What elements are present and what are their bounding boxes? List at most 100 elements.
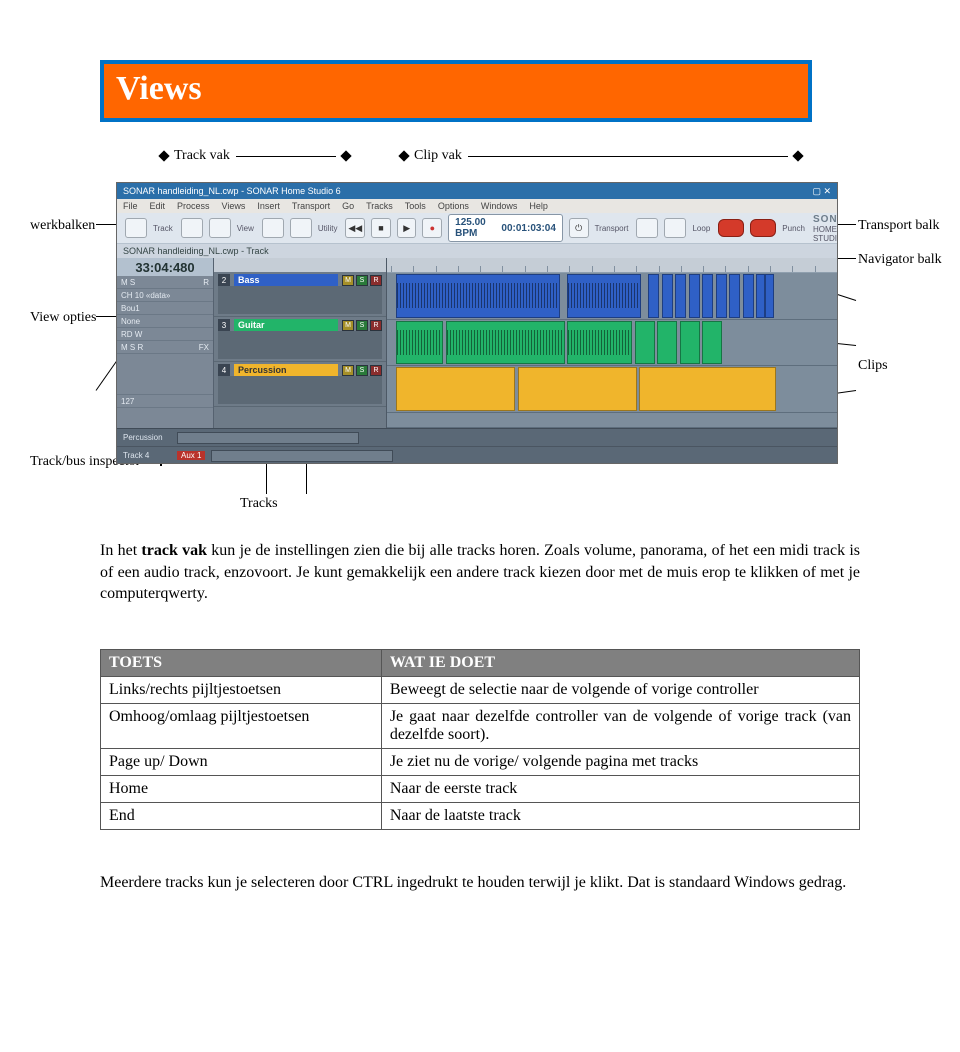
audio-clip[interactable] [396, 321, 443, 365]
power-button[interactable]: ⏻ [569, 218, 589, 238]
menu-item[interactable]: Windows [481, 201, 518, 211]
track-ruler-spacer [214, 258, 386, 272]
menu-item[interactable]: Options [438, 201, 469, 211]
bus-label: Track 4 [123, 451, 171, 460]
window-controls[interactable]: ▢ ✕ [812, 186, 831, 197]
audio-clip[interactable] [756, 274, 765, 318]
audio-clip[interactable] [518, 367, 637, 411]
audio-clip[interactable] [396, 367, 515, 411]
punch-button[interactable] [750, 219, 776, 237]
audio-clip[interactable] [702, 274, 713, 318]
audio-clip[interactable] [396, 274, 560, 318]
timeline-ruler[interactable] [387, 258, 837, 273]
inspector-row[interactable]: 127 [117, 395, 213, 408]
menu-item[interactable]: Help [529, 201, 548, 211]
audio-clip[interactable] [729, 274, 740, 318]
clip-lane-guitar[interactable] [387, 320, 837, 367]
menu-item[interactable]: Edit [150, 201, 166, 211]
inspector-row[interactable]: CH 10 «data» [117, 289, 213, 302]
solo-button[interactable]: S [356, 320, 368, 331]
tool-button[interactable] [262, 218, 284, 238]
inspector-row[interactable]: M S RFX [117, 341, 213, 354]
track-name[interactable]: Bass [234, 274, 338, 286]
tool-button[interactable] [636, 218, 658, 238]
track-name[interactable]: Percussion [234, 364, 338, 376]
tempo-value: 125.00 BPM [455, 217, 497, 239]
menu-item[interactable]: Views [222, 201, 246, 211]
document-tab[interactable]: SONAR handleiding_NL.cwp - Track [123, 246, 269, 256]
clip-lane-bass[interactable] [387, 273, 837, 320]
tool-label: Transport [595, 224, 629, 233]
audio-clip[interactable] [639, 367, 776, 411]
mute-button[interactable]: M [342, 320, 354, 331]
menu-item[interactable]: Process [177, 201, 210, 211]
anno-navigator-balk: Navigator balk [858, 252, 942, 268]
page-title-box: Views [100, 60, 812, 122]
audio-clip[interactable] [446, 321, 565, 365]
clip-lane-percussion[interactable] [387, 366, 837, 413]
menu-item[interactable]: Transport [292, 201, 330, 211]
audio-clip[interactable] [648, 274, 659, 318]
track-controls[interactable] [218, 286, 382, 314]
inspector-row[interactable]: RD W [117, 328, 213, 341]
inspector-row[interactable]: Bou1 [117, 302, 213, 315]
audio-clip[interactable] [765, 274, 774, 318]
track-header-guitar[interactable]: 3 Guitar M S R [214, 317, 386, 362]
audio-clip[interactable] [702, 321, 722, 365]
track-header-bass[interactable]: 2 Bass M S R [214, 272, 386, 317]
menu-item[interactable]: Tools [405, 201, 426, 211]
diamond-icon [340, 150, 351, 161]
track-name[interactable]: Guitar [234, 319, 338, 331]
rewind-button[interactable]: ◀◀ [345, 218, 365, 238]
audio-clip[interactable] [657, 321, 677, 365]
audio-clip[interactable] [635, 321, 655, 365]
audio-clip[interactable] [662, 274, 673, 318]
table-row: Links/rechts pijltjestoetsen Beweegt de … [101, 676, 860, 703]
bus-strip[interactable] [211, 450, 393, 462]
track-controls[interactable] [218, 376, 382, 404]
inspector-fader[interactable] [117, 354, 213, 395]
tool-button[interactable] [209, 218, 231, 238]
anno-rule [236, 156, 336, 157]
menu-item[interactable]: Insert [257, 201, 280, 211]
menu-item[interactable]: File [123, 201, 138, 211]
record-arm-button[interactable]: R [370, 365, 382, 376]
table-row: Home Naar de eerste track [101, 775, 860, 802]
audio-clip[interactable] [675, 274, 686, 318]
track-buttons: M S R [342, 365, 382, 376]
bus-row[interactable]: Track 4 Aux 1 [117, 447, 837, 464]
track-header-percussion[interactable]: 4 Percussion M S R [214, 362, 386, 407]
tool-button[interactable] [125, 218, 147, 238]
audio-clip[interactable] [680, 321, 700, 365]
audio-clip[interactable] [689, 274, 700, 318]
solo-button[interactable]: S [356, 365, 368, 376]
inspector-row[interactable]: M SR [117, 276, 213, 289]
tool-button[interactable] [664, 218, 686, 238]
audio-clip[interactable] [716, 274, 727, 318]
mute-button[interactable]: M [342, 365, 354, 376]
menu-item[interactable]: Tracks [366, 201, 393, 211]
clip-area[interactable] [387, 258, 837, 428]
bus-label: Percussion [123, 433, 171, 442]
menubar[interactable]: File Edit Process Views Insert Transport… [117, 199, 837, 213]
audio-clip[interactable] [567, 321, 632, 365]
stop-button[interactable]: ■ [371, 218, 391, 238]
menu-item[interactable]: Go [342, 201, 354, 211]
record-arm-button[interactable]: R [370, 275, 382, 286]
table-header-desc: WAT IE DOET [381, 649, 859, 676]
audio-clip[interactable] [567, 274, 641, 318]
bus-row[interactable]: Percussion [117, 429, 837, 447]
solo-button[interactable]: S [356, 275, 368, 286]
audio-clip[interactable] [743, 274, 754, 318]
tool-button[interactable] [181, 218, 203, 238]
mute-button[interactable]: M [342, 275, 354, 286]
play-button[interactable]: ▶ [397, 218, 417, 238]
tool-button[interactable] [290, 218, 312, 238]
track-controls[interactable] [218, 331, 382, 359]
inspector-row[interactable]: None [117, 315, 213, 328]
record-arm-button[interactable]: R [370, 320, 382, 331]
bus-strip[interactable] [177, 432, 359, 444]
app-logo: SONAR HOME STUDIO [813, 214, 838, 243]
punch-button[interactable] [718, 219, 744, 237]
record-button[interactable]: ● [422, 218, 442, 238]
